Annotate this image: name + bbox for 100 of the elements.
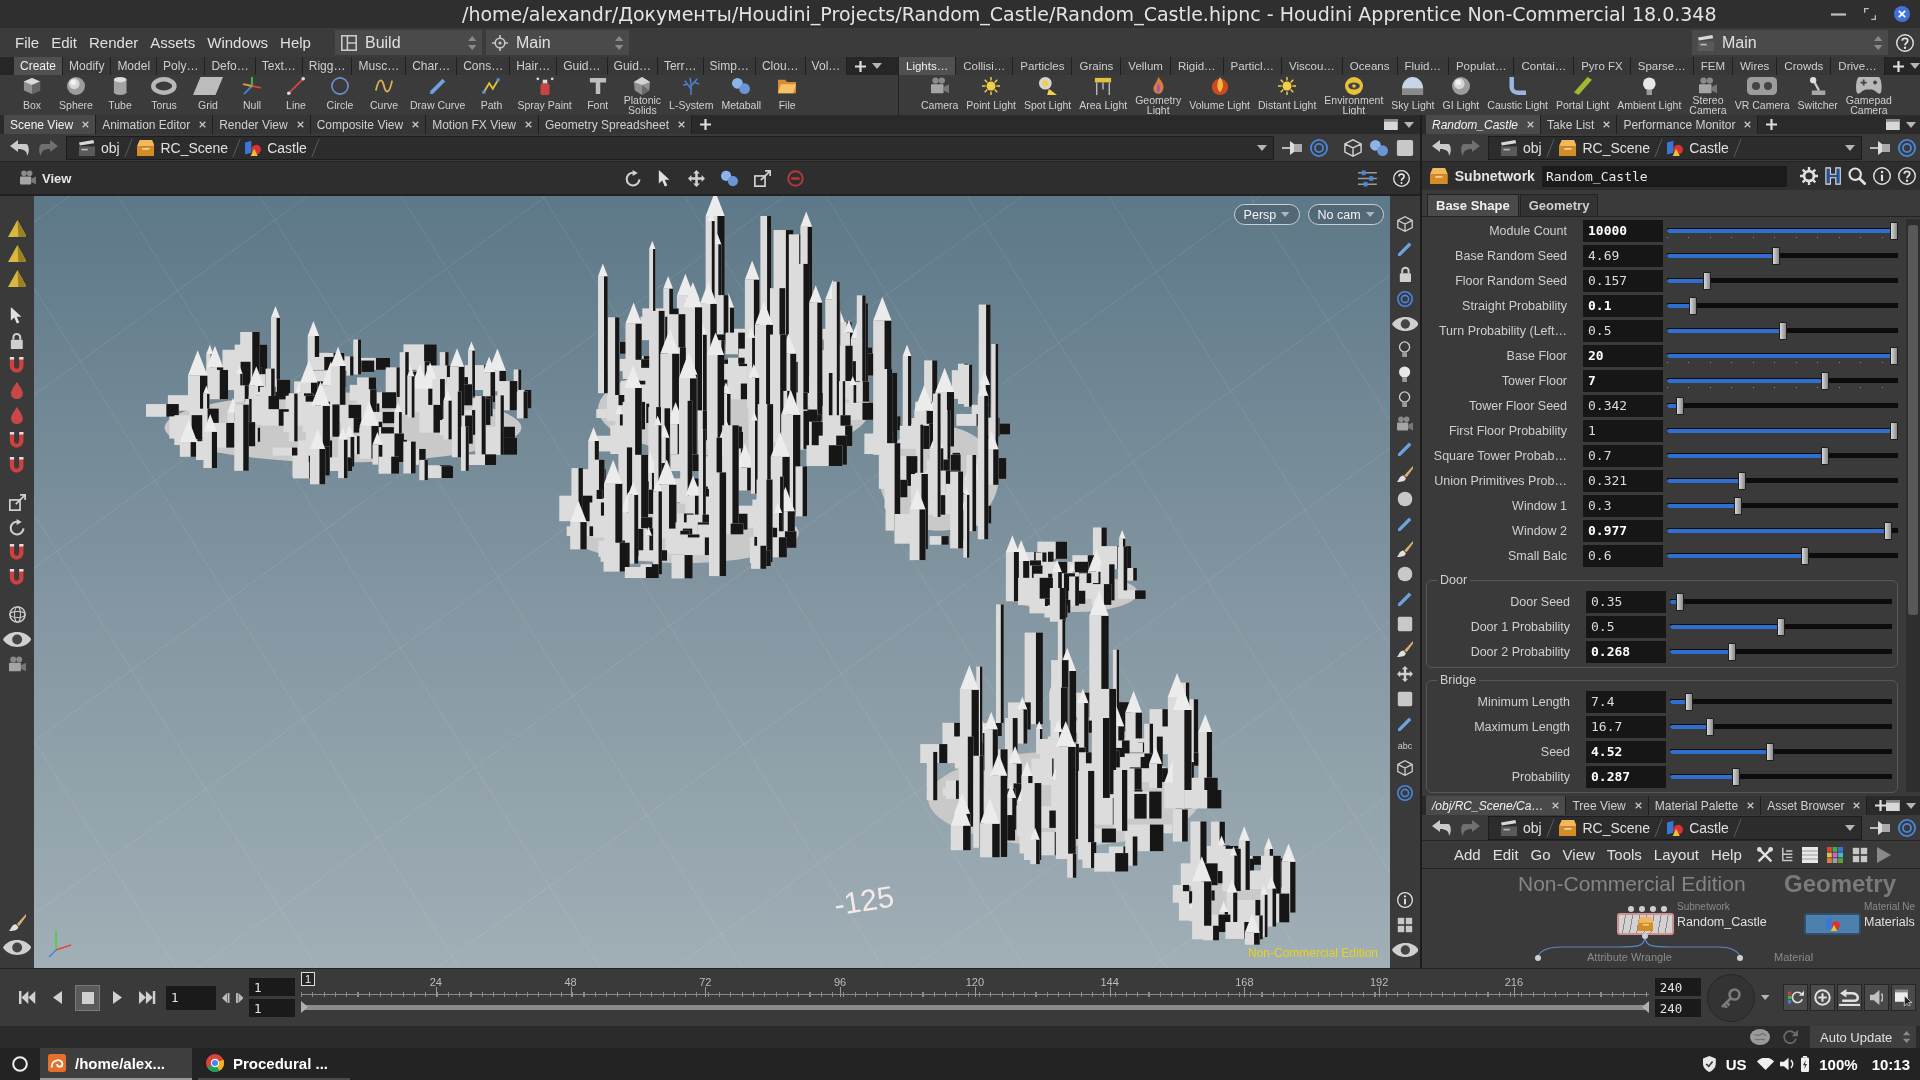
slider-handle[interactable] [1777,617,1786,636]
menu-item[interactable]: Tools [1600,846,1648,863]
shelf-tab[interactable]: Modify [63,57,112,75]
value-field[interactable]: 0.3 [1583,494,1663,517]
shelf-tool[interactable]: Path [471,76,512,115]
shelf-tab[interactable]: Model [111,57,158,75]
shelf-tab[interactable]: Clou… [755,57,806,75]
toolbar-button[interactable] [1810,984,1835,1011]
step-left-icon[interactable] [222,992,230,1003]
playback-end-field[interactable]: 240 [1654,978,1701,996]
slider-handle[interactable] [1766,742,1775,761]
scale-box-icon[interactable] [754,169,772,187]
value-field[interactable]: 0.5 [1583,319,1663,342]
desktop-dropdown[interactable]: Main [1692,30,1888,55]
magnet-icon[interactable] [9,357,25,374]
path-crumb[interactable]: Castle [1659,139,1737,156]
node-name-label[interactable]: Materials [1864,915,1915,929]
close-icon[interactable] [1744,121,1752,128]
shelf-tab[interactable]: Rigid… [1170,57,1224,75]
slider-handle[interactable] [1771,246,1780,265]
value-field[interactable]: 0.7 [1583,444,1663,467]
taskbar-button[interactable]: /home/alex... [40,1048,192,1080]
pane-tab[interactable]: Random_Castle [1426,115,1542,134]
shelf-tool[interactable]: Caustic Light [1485,76,1550,115]
shelf-tool[interactable]: Gamepad Camera [1843,76,1894,115]
pyramid-icon[interactable] [7,220,27,237]
menu-item[interactable]: Help [274,34,317,51]
pane-tab[interactable]: Animation Editor [96,115,214,134]
shelf-tab[interactable]: Text… [255,57,303,75]
slider-handle[interactable] [1706,717,1715,736]
menu-item[interactable]: Windows [201,34,275,51]
lock-icon[interactable] [10,332,24,349]
shelf-tool[interactable]: Grid [188,76,228,115]
shelf-tab[interactable]: Rigg… [302,57,353,75]
scrollbar[interactable] [1906,219,1920,792]
shelf-tab[interactable]: Guid… [607,57,658,75]
plus-icon[interactable] [1892,60,1904,72]
shelf-tool[interactable]: Draw Curve [408,76,468,115]
shelf-tab[interactable]: Char… [406,57,458,75]
folder-tab[interactable]: Geometry [1519,194,1599,216]
help-icon[interactable] [1898,167,1917,185]
caret-icon[interactable] [1760,995,1769,1000]
shelf-tool[interactable]: Spray Paint [515,76,574,115]
pane-tab[interactable]: Asset Browser [1761,796,1868,815]
network-canvas[interactable]: Non-Commercial Edition Geometry Subnetwork Random_Castle Material Ne Materials Attribute Wrangle Material [1422,869,1920,968]
tree-list-icon[interactable] [1781,846,1793,863]
end-frame-field[interactable]: 240 [1654,999,1701,1017]
shelf-tool[interactable]: Circle [320,76,360,115]
value-field[interactable]: 0.268 [1586,640,1666,663]
value-field[interactable]: 0.287 [1586,765,1666,788]
slider-handle[interactable] [1778,321,1787,340]
close-icon[interactable] [1853,802,1861,809]
volume-icon[interactable] [1779,1057,1796,1071]
pane-tab[interactable]: Geometry Spreadsheet [539,115,693,134]
shield-icon[interactable] [1702,1056,1716,1072]
shelf-tab[interactable]: Particl… [1223,57,1283,75]
close-icon[interactable] [199,121,207,128]
wire-sphere-icon[interactable] [8,606,26,623]
taskbar-button[interactable]: Procedural ... [198,1048,350,1080]
shelf-tool[interactable]: Box [12,76,52,115]
two-spheres-icon[interactable] [721,169,739,187]
network-node[interactable] [1804,913,1861,935]
maximize-icon[interactable] [1864,8,1876,20]
shelf-tab[interactable]: Guid… [557,57,608,75]
back-arrow-icon[interactable] [10,139,30,156]
help-icon[interactable] [1393,169,1410,187]
pane-tab[interactable]: Composite View [310,115,427,134]
desktop-dropdown[interactable]: Build [334,30,482,55]
shelf-tab[interactable]: Pyro FX [1574,57,1631,75]
shelf-tab[interactable]: Create [14,57,64,75]
wifi-icon[interactable] [1756,1058,1774,1070]
brush-icon[interactable] [1397,466,1413,482]
shelf-tool[interactable]: File [767,76,808,115]
value-field[interactable]: 0.5 [1586,615,1666,638]
slider-handle[interactable] [1685,692,1693,711]
camera-menu-button[interactable]: No cam [1307,204,1384,225]
pen-icon[interactable] [1397,441,1413,457]
shelf-tab[interactable]: Fluid… [1397,57,1449,75]
connector-dot-icon[interactable] [1535,955,1541,961]
two-spheres-icon[interactable] [1370,138,1388,157]
path-crumb[interactable]: RC_Scene [1550,139,1659,156]
slider-handle[interactable] [1732,767,1741,786]
shelf-tab[interactable]: Drive… [1831,57,1885,75]
rotate-icon[interactable] [625,169,643,187]
value-field[interactable]: 0.1 [1583,294,1663,317]
toolbar-button[interactable] [1783,984,1808,1011]
slider-handle[interactable] [1821,446,1830,465]
value-field[interactable]: 7 [1583,369,1663,392]
scale-box-icon[interactable] [8,494,26,511]
clock[interactable]: 10:13 [1871,1055,1910,1073]
crossed-tools-icon[interactable] [1756,846,1773,863]
caret-icon[interactable] [1906,802,1917,809]
brain-icon[interactable] [1750,1029,1770,1045]
path-crumb[interactable]: Castle [237,139,315,156]
context-dropdown[interactable]: Main [485,30,629,55]
ring-icon[interactable] [12,1056,28,1072]
camera-icon[interactable] [1397,416,1413,432]
caret-icon[interactable] [1909,63,1920,69]
slider-handle[interactable] [1727,642,1736,661]
menu-item[interactable]: Edit [1486,846,1525,863]
